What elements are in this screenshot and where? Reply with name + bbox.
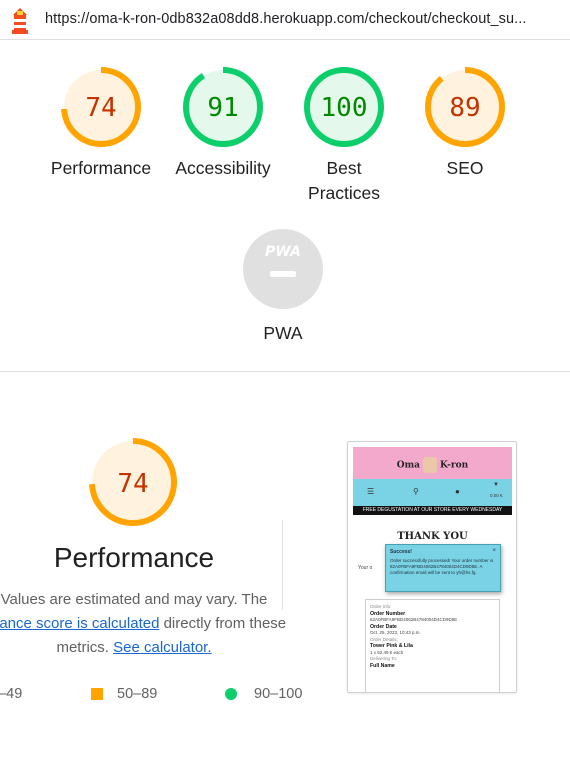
best-practices-label: Best Practices [284,156,404,206]
final-screenshot-thumbnail[interactable]: Oma K-ron ☰ ⚲ ● ▼ 0.00 € FREE DEGUSTATION… [347,441,517,693]
legend-fail: 0–49 [0,686,22,702]
seo-ring: 89 [425,67,505,147]
desc-line-3: metrics. [56,639,114,656]
best-practices-label-line2: Practices [308,183,380,203]
pwa-badge-text: PWA [265,244,301,260]
legend-pass: 90–100 [225,686,302,702]
desc-line-1: Values are estimated and may vary. The [0,591,268,608]
avatar [423,457,437,473]
pwa-badge-icon: PWA [243,229,323,309]
user-icon: ● [455,487,460,496]
performance-ring: 74 [61,67,141,147]
lighthouse-icon [12,8,28,34]
desc-line-2: directly from these [159,615,287,632]
performance-gauge[interactable]: 74 Performance [41,66,161,181]
performance-gauge-large: 74 [88,437,178,532]
accessibility-gauge[interactable]: 91 Accessibility [163,66,283,181]
performance-description: Values are estimated and may vary. The r… [0,588,308,660]
square-icon [91,688,103,701]
vertical-divider [282,520,283,610]
seo-label: SEO [405,156,525,181]
accessibility-ring: 91 [183,67,263,147]
circle-icon [225,688,237,701]
thumb-brand-left: Oma [396,460,420,471]
performance-label-line1: Performance [50,158,152,178]
legend-pass-range: 90–100 [254,686,303,702]
thumb-full-name-label: Full Name [370,662,395,669]
best-practices-gauge[interactable]: 100 Best Practices [284,66,404,206]
accessibility-score: 91 [207,93,238,123]
search-icon: ⚲ [413,487,419,496]
address-bar[interactable]: https://oma-k-ron-0db832a08dd8.herokuapp… [0,0,570,40]
best-practices-score: 100 [321,93,368,123]
section-divider [0,371,570,372]
seo-score: 89 [449,93,480,123]
thumb-toast: × Success! Order successfully processed!… [385,544,501,592]
seo-gauge[interactable]: 89 SEO [405,66,525,181]
thumb-cart-amount: 0.00 € [490,493,503,498]
url-text: https://oma-k-ron-0db832a08dd8.herokuapp… [45,11,527,27]
thumb-brand-right: K-ron [440,460,469,471]
best-practices-label-line1: Best [326,158,362,178]
performance-score: 74 [85,93,116,123]
legend-fail-range: 0–49 [0,686,23,702]
cart-icon: ▼ [493,482,499,488]
score-calculated-link[interactable]: rmance score is calculated [0,615,159,632]
menu-icon: ☰ [367,487,375,496]
pwa-label: PWA [263,323,303,343]
accessibility-label-line1: Accessibility [175,158,271,178]
close-icon: × [492,548,496,554]
legend-average: 50–89 [91,686,157,702]
thumb-header: Oma K-ron [353,447,512,479]
thumb-your: Your o [358,565,373,571]
thumb-toast-body: Order successfully processed! Your order… [390,558,494,575]
see-calculator-link[interactable]: See calculator. [113,639,211,656]
thumb-banner: FREE DEGUSTATION AT OUR STORE EVERY WEDN… [353,506,512,515]
performance-score: 74 [117,469,148,499]
legend-average-range: 50–89 [117,686,158,702]
seo-label-line1: SEO [446,158,484,178]
thumb-toast-title: Success! [390,549,412,555]
thumb-order-box: Order Info: Order Number 62A0FBFA9FBD406… [365,599,500,692]
accessibility-label: Accessibility [163,156,283,181]
thumb-nav: ☰ ⚲ ● ▼ 0.00 € [353,479,512,506]
best-practices-ring: 100 [304,67,384,147]
thumb-heading: THANK YOU [397,531,468,542]
performance-label: Performance [41,156,161,181]
pwa-gauge[interactable]: PWA PWA [223,228,343,346]
performance-title: Performance [53,542,215,573]
